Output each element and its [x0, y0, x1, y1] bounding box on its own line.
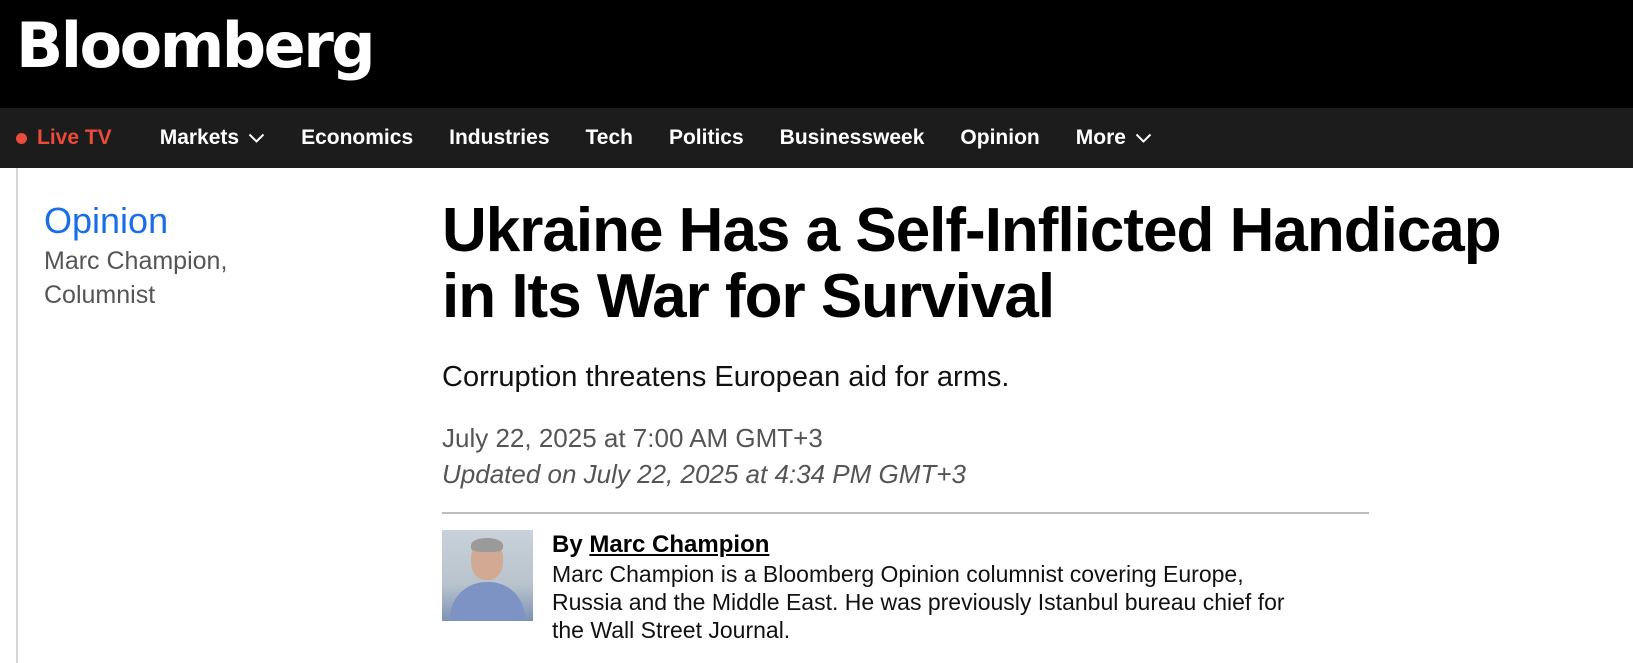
- nav-item-label: Opinion: [960, 126, 1040, 149]
- article-dates: July 22, 2025 at 7:00 AM GMT+3 Updated o…: [442, 420, 1612, 492]
- byline-text: By Marc Champion: [552, 530, 1364, 560]
- author-bio-block: By Marc Champion Marc Champion is a Bloo…: [552, 530, 1364, 644]
- nav-item-tech[interactable]: Tech: [586, 126, 633, 150]
- byline-divider: [442, 512, 1369, 514]
- bio-line: Russia and the Middle East. He was previ…: [552, 589, 1285, 615]
- bloomberg-logo[interactable]: Bloomberg: [16, 6, 376, 86]
- nav-item-label: Tech: [585, 126, 633, 149]
- live-dot-icon: [16, 132, 27, 144]
- article-main: Ukraine Has a Self-Inflicted Handicap in…: [442, 198, 1612, 644]
- chevron-down-icon: [1135, 133, 1152, 143]
- section-link-opinion[interactable]: Opinion: [44, 198, 227, 244]
- avatar-hair: [471, 538, 503, 552]
- published-timestamp: July 22, 2025 at 7:00 AM GMT+3: [442, 423, 823, 453]
- nav-item-markets[interactable]: Markets: [160, 126, 265, 150]
- article-dek: Corruption threatens European aid for ar…: [442, 361, 1010, 393]
- article-headline: Ukraine Has a Self-Inflicted Handicap in…: [442, 198, 1612, 330]
- chevron-down-icon: [248, 133, 265, 143]
- author-name-link[interactable]: Marc Champion: [589, 531, 769, 558]
- nav-item-label: Businessweek: [779, 126, 925, 149]
- nav-item-more[interactable]: More: [1076, 126, 1152, 150]
- byline: By Marc Champion Marc Champion is a Bloo…: [442, 530, 1612, 644]
- sidebar-author-role: Columnist: [44, 281, 156, 309]
- nav-item-label: Politics: [668, 126, 744, 149]
- left-divider: [16, 168, 18, 663]
- nav-item-label: Industries: [449, 126, 550, 149]
- bio-line: the Wall Street Journal.: [552, 617, 791, 643]
- nav-item-politics[interactable]: Politics: [669, 126, 744, 150]
- byline-prefix: By: [552, 531, 583, 558]
- nav-item-economics[interactable]: Economics: [301, 126, 413, 150]
- author-bio: Marc Champion is a Bloomberg Opinion col…: [552, 560, 1364, 644]
- article-sidebar: Opinion Marc Champion, Columnist: [44, 198, 227, 312]
- nav-item-label: Markets: [159, 126, 240, 149]
- nav-item-label: Economics: [301, 126, 414, 149]
- headline-line: in Its War for Survival: [442, 262, 1055, 331]
- nav-item-businessweek[interactable]: Businessweek: [780, 126, 925, 150]
- bio-line: Marc Champion is a Bloomberg Opinion col…: [552, 561, 1244, 587]
- nav-item-label: More: [1075, 126, 1126, 149]
- main-nav: Live TV Markets Economics Industries Tec…: [0, 108, 1633, 168]
- headline-line: Ukraine Has a Self-Inflicted Handicap: [442, 196, 1502, 265]
- nav-item-industries[interactable]: Industries: [449, 126, 549, 150]
- live-tv-link[interactable]: Live TV: [16, 126, 112, 150]
- nav-item-opinion[interactable]: Opinion: [960, 126, 1039, 150]
- avatar-body: [450, 582, 525, 621]
- live-tv-label: Live TV: [37, 126, 112, 149]
- author-avatar[interactable]: [442, 530, 533, 621]
- masthead: Bloomberg: [0, 0, 1633, 108]
- updated-timestamp: Updated on July 22, 2025 at 4:34 PM GMT+…: [442, 459, 966, 489]
- sidebar-author-name: Marc Champion,: [44, 247, 228, 275]
